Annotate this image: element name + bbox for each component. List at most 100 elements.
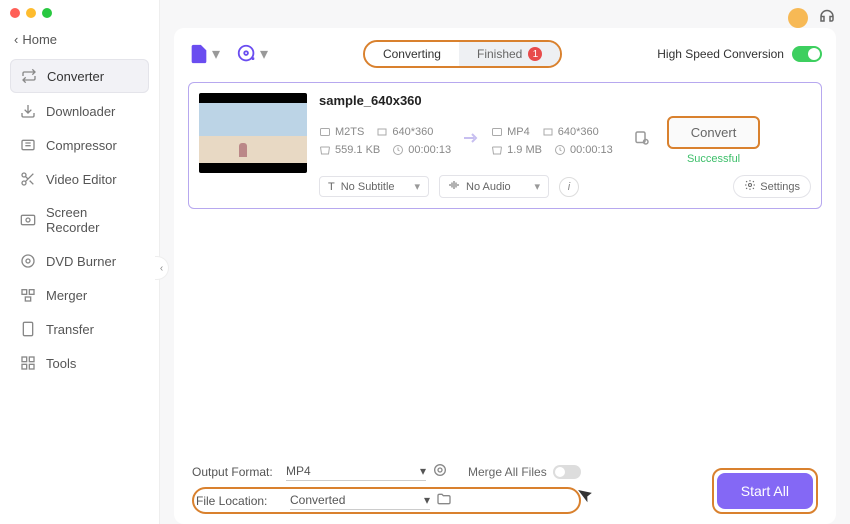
sidebar-item-label: Transfer [46, 322, 94, 337]
arrow-right-icon [459, 126, 483, 155]
item-settings-button[interactable]: Settings [733, 175, 811, 198]
sidebar-item-label: DVD Burner [46, 254, 116, 269]
chevron-left-icon: ‹ [14, 32, 18, 47]
main-area: ▾ ▾ Converting Finished 1 High Speed Con… [160, 0, 850, 524]
window-traffic-lights[interactable] [10, 8, 52, 18]
disc-icon [20, 253, 36, 269]
output-format-value: MP4 [286, 464, 311, 478]
user-avatar[interactable] [788, 8, 808, 28]
item-filename: sample_640x360 [319, 93, 811, 108]
top-right-controls [788, 6, 836, 29]
dst-size: 1.9 MB [491, 144, 542, 156]
sidebar-item-label: Downloader [46, 104, 115, 119]
chevron-down-icon: ▾ [260, 44, 268, 64]
convert-icon [21, 68, 37, 84]
grid-icon [20, 355, 36, 371]
item-options-row: T No Subtitle ▾ No Audio ▾ i Settings [319, 175, 811, 198]
add-file-button[interactable]: ▾ [188, 43, 220, 65]
bottom-bar: Output Format: MP4 ▾ Merge All Files Fil… [188, 452, 822, 524]
audio-select[interactable]: No Audio ▾ [439, 175, 549, 198]
item-body: sample_640x360 M2TS 640*360 559.1 KB 00:… [319, 93, 811, 198]
sidebar-item-merger[interactable]: Merger [10, 279, 149, 311]
support-icon[interactable] [818, 6, 836, 29]
sidebar-item-converter[interactable]: Converter [10, 59, 149, 93]
src-size: 559.1 KB [319, 144, 380, 156]
subtitle-icon: T [328, 181, 335, 193]
content-panel: ▾ ▾ Converting Finished 1 High Speed Con… [174, 28, 836, 524]
src-format: M2TS [319, 126, 364, 138]
merge-all-row: Merge All Files [468, 465, 581, 479]
chevron-down-icon: ▾ [424, 493, 430, 507]
output-format-label: Output Format: [192, 465, 280, 479]
bottom-left: Output Format: MP4 ▾ Merge All Files Fil… [192, 462, 581, 514]
download-icon [20, 103, 36, 119]
minimize-window-dot[interactable] [26, 8, 36, 18]
maximize-window-dot[interactable] [42, 8, 52, 18]
close-window-dot[interactable] [10, 8, 20, 18]
sidebar-item-compressor[interactable]: Compressor [10, 129, 149, 161]
output-format-select[interactable]: MP4 ▾ [286, 462, 426, 481]
high-speed-label: High Speed Conversion [657, 47, 784, 61]
sidebar-item-label: Video Editor [46, 172, 117, 187]
tab-label: Converting [383, 47, 441, 61]
sidebar-item-transfer[interactable]: Transfer [10, 313, 149, 345]
tab-converting[interactable]: Converting [365, 42, 459, 66]
info-icon[interactable]: i [559, 177, 579, 197]
file-location-label: File Location: [196, 494, 284, 508]
high-speed-toggle-row: High Speed Conversion [657, 46, 822, 62]
sidebar-item-downloader[interactable]: Downloader [10, 95, 149, 127]
item-status: Successful [687, 153, 740, 165]
high-speed-toggle[interactable] [792, 46, 822, 62]
dst-resolution: 640*360 [542, 126, 599, 138]
back-home-label: Home [22, 32, 57, 47]
src-duration: 00:00:13 [392, 144, 451, 156]
back-home-button[interactable]: ‹ Home [0, 24, 159, 55]
conversion-item: sample_640x360 M2TS 640*360 559.1 KB 00:… [188, 82, 822, 209]
dst-duration: 00:00:13 [554, 144, 613, 156]
sidebar-item-video-editor[interactable]: Video Editor [10, 163, 149, 195]
sidebar-item-label: Converter [47, 69, 104, 84]
file-location-select[interactable]: Converted ▾ [290, 491, 430, 510]
tab-label: Finished [477, 47, 522, 61]
file-location-row: File Location: Converted ▾ [192, 487, 581, 514]
merge-icon [20, 287, 36, 303]
convert-button[interactable]: Convert [667, 116, 761, 149]
dst-format: MP4 [491, 126, 530, 138]
chevron-down-icon: ▾ [420, 464, 426, 478]
add-disc-button[interactable]: ▾ [236, 43, 268, 65]
start-all-button[interactable]: Start All [717, 473, 813, 509]
subtitle-select[interactable]: T No Subtitle ▾ [319, 176, 429, 197]
gear-icon [744, 179, 756, 194]
output-settings-icon[interactable] [432, 462, 448, 481]
panel-header: ▾ ▾ Converting Finished 1 High Speed Con… [188, 40, 822, 68]
scissors-icon [20, 171, 36, 187]
merge-label: Merge All Files [468, 465, 547, 479]
finished-count-badge: 1 [528, 47, 542, 61]
chevron-down-icon: ▾ [534, 180, 540, 193]
sidebar: ‹ Home Converter Downloader Compressor V… [0, 0, 160, 524]
sidebar-item-label: Compressor [46, 138, 117, 153]
output-format-row: Output Format: MP4 ▾ Merge All Files [192, 462, 581, 481]
sidebar-item-dvd-burner[interactable]: DVD Burner [10, 245, 149, 277]
chevron-down-icon: ▾ [414, 180, 420, 193]
merge-toggle[interactable] [553, 465, 581, 479]
sidebar-item-label: Tools [46, 356, 76, 371]
status-tabs: Converting Finished 1 [363, 40, 562, 68]
chevron-down-icon: ▾ [212, 44, 220, 64]
item-meta: M2TS 640*360 559.1 KB 00:00:13 MP4 640*3… [319, 116, 811, 165]
src-resolution: 640*360 [376, 126, 433, 138]
subtitle-value: No Subtitle [341, 181, 395, 193]
transfer-icon [20, 321, 36, 337]
audio-value: No Audio [466, 181, 511, 193]
open-folder-icon[interactable] [436, 491, 452, 510]
item-output-settings-icon[interactable] [633, 129, 651, 152]
video-thumbnail[interactable] [199, 93, 307, 173]
sidebar-item-label: Screen Recorder [46, 205, 139, 235]
settings-label: Settings [760, 181, 800, 193]
nav-list: Converter Downloader Compressor Video Ed… [0, 55, 159, 385]
record-icon [20, 212, 36, 228]
start-all-highlight: Start All [712, 468, 818, 514]
tab-finished[interactable]: Finished 1 [459, 42, 560, 66]
sidebar-item-tools[interactable]: Tools [10, 347, 149, 379]
sidebar-item-screen-recorder[interactable]: Screen Recorder [10, 197, 149, 243]
